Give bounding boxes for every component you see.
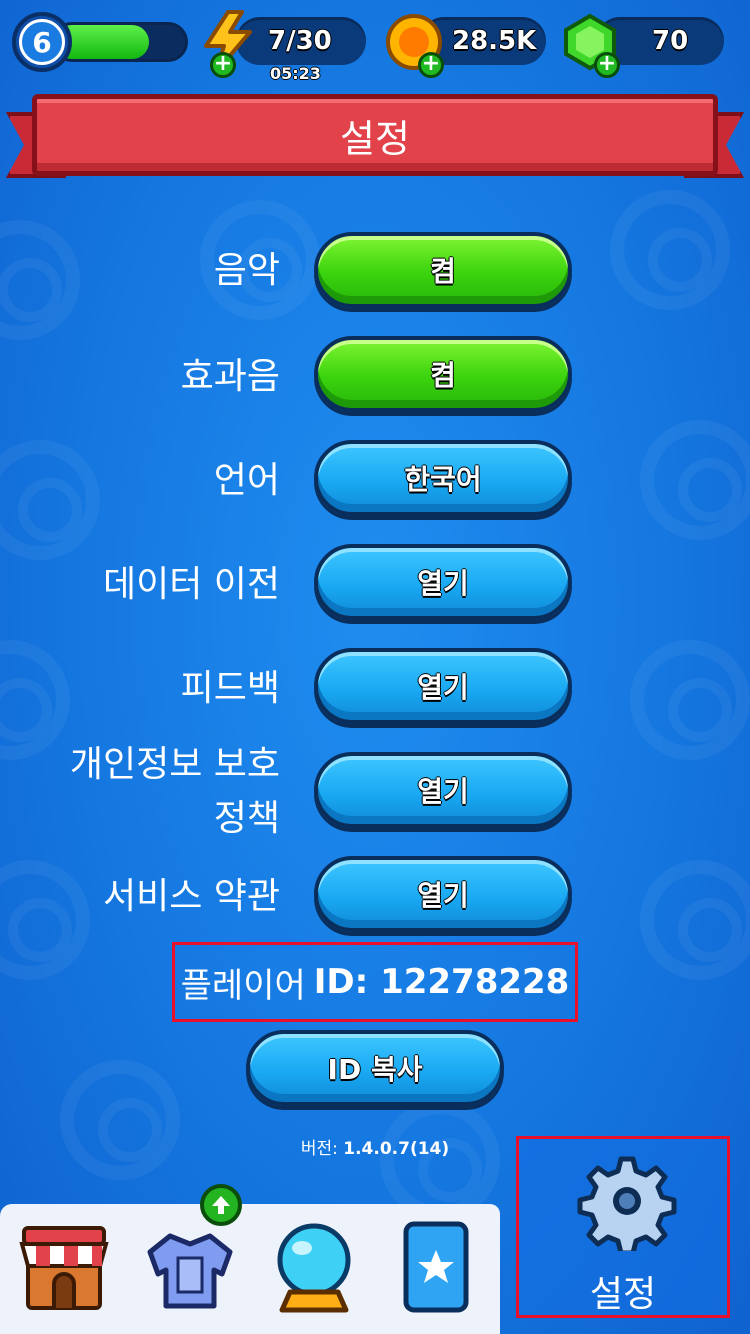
title-ribbon: 설정 (6, 94, 744, 186)
gems-count: 70 (652, 26, 689, 56)
star-card-icon (403, 1221, 469, 1313)
player-id-display: 플레이어 ID: 12278228 (172, 942, 578, 1022)
privacy-policy-label-line2: 정책 (213, 798, 280, 839)
nav-cards[interactable] (386, 1218, 486, 1318)
music-label: 음악 (213, 250, 280, 291)
nav-settings-label: 설정 (589, 1274, 657, 1315)
gear-icon (577, 1156, 677, 1251)
upgrade-badge (200, 1184, 242, 1226)
level-progress-bar (52, 22, 188, 62)
version-value: 1.4.0.7(14) (343, 1139, 450, 1159)
player-id-value: ID: 12278228 (313, 962, 570, 1002)
add-coins-button[interactable]: + (418, 52, 444, 78)
feedback-label: 피드백 (180, 668, 280, 709)
data-transfer-button[interactable]: 열기 (314, 544, 572, 620)
feedback-button[interactable]: 열기 (314, 648, 572, 724)
language-label: 언어 (213, 460, 280, 501)
energy-timer: 05:23 (270, 64, 321, 83)
terms-button[interactable]: 열기 (314, 856, 572, 932)
crystal-ball-icon (277, 1223, 351, 1313)
sfx-toggle-button[interactable]: 켬 (314, 336, 572, 412)
player-id-label: 플레이어 (180, 965, 306, 1006)
privacy-policy-label-line1: 개인정보 보호 (69, 744, 280, 785)
music-toggle-button[interactable]: 켬 (314, 232, 572, 308)
privacy-policy-button[interactable]: 열기 (314, 752, 572, 828)
sfx-label: 효과음 (180, 356, 280, 397)
ribbon-body: 설정 (32, 94, 718, 176)
resource-bar: 6 + 7/30 05:23 + 28.5K + 70 (0, 0, 750, 90)
data-transfer-label: 데이터 이전 (102, 564, 280, 605)
bottom-nav (0, 1204, 500, 1334)
armor-icon (147, 1233, 233, 1309)
energy-count: 7/30 (268, 26, 332, 56)
nav-gacha[interactable] (264, 1218, 364, 1318)
level-value: 6 (19, 19, 65, 65)
shop-icon (19, 1226, 109, 1310)
nav-settings[interactable]: 설정 (516, 1136, 730, 1318)
version-label: 버전: (300, 1139, 338, 1159)
nav-shop[interactable] (14, 1218, 114, 1318)
copy-id-button[interactable]: ID 복사 (246, 1030, 504, 1106)
arrow-up-icon (212, 1196, 230, 1214)
page-title: 설정 (340, 116, 410, 161)
language-button[interactable]: 한국어 (314, 440, 572, 516)
terms-label: 서비스 약관 (102, 876, 280, 917)
add-gems-button[interactable]: + (594, 52, 620, 78)
coins-count: 28.5K (452, 26, 537, 56)
add-energy-button[interactable]: + (210, 52, 236, 78)
nav-equipment[interactable] (140, 1218, 240, 1318)
level-badge[interactable]: 6 (12, 12, 72, 72)
